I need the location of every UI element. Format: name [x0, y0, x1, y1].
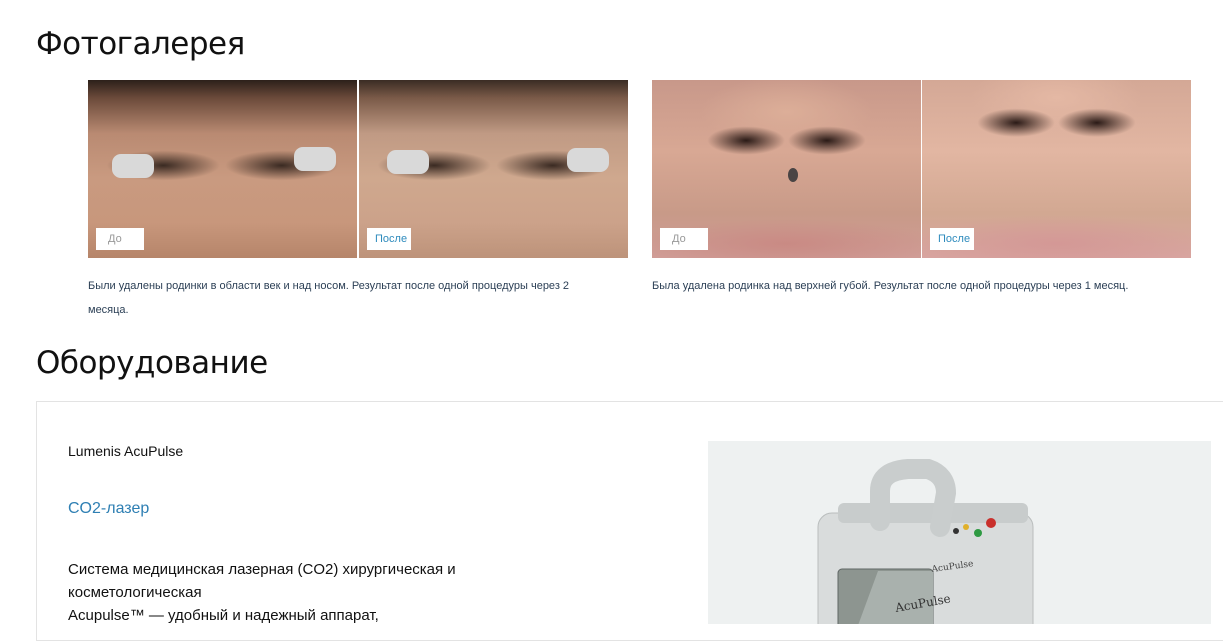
equipment-photo: AcuPulse AcuPulse — [708, 441, 1211, 624]
before-label: До — [660, 228, 708, 250]
equipment-description: Система медицинская лазерная (CO2) хирур… — [68, 561, 456, 624]
gallery-1-before-photo[interactable]: До — [88, 80, 357, 258]
after-label: После — [367, 228, 411, 250]
laser-device-illustration: AcuPulse AcuPulse — [817, 459, 1034, 624]
gallery-2-after-photo[interactable]: После — [922, 80, 1191, 258]
gallery-1-caption: Были удалены родинки в области век и над… — [88, 280, 570, 316]
eye-mask — [294, 147, 336, 171]
mole-mark — [788, 168, 798, 182]
eye-mask — [387, 150, 429, 174]
gallery-title: Фотогалерея — [36, 26, 245, 62]
equipment-name: Lumenis AcuPulse — [68, 443, 184, 459]
equipment-type-link[interactable]: CO2-лазер — [68, 500, 149, 518]
eye-mask — [567, 148, 609, 172]
eye-mask — [112, 154, 154, 178]
gallery-2-before-photo[interactable]: До — [652, 80, 921, 258]
gallery-1-after-photo[interactable]: После — [359, 80, 628, 258]
after-label: После — [930, 228, 974, 250]
gallery-2-caption: Была удалена родинка над верхней губой. … — [652, 280, 1129, 292]
equipment-title: Оборудование — [36, 345, 268, 381]
before-label: До — [96, 228, 144, 250]
